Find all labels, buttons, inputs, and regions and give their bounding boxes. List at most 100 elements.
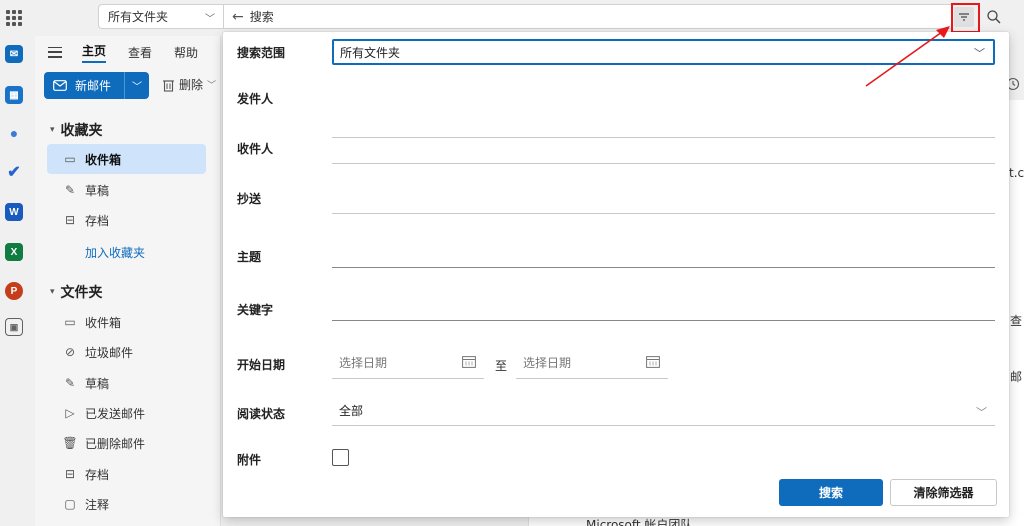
favorites-section-header[interactable]: ▾ 收藏夹 <box>50 120 103 140</box>
start-date-picker[interactable]: 选择日期 <box>332 347 484 379</box>
collapse-caret-icon: ▾ <box>50 287 55 297</box>
folder-notes[interactable]: ▢ 注释 <box>47 489 206 519</box>
new-mail-dropdown-chevron-icon[interactable]: ﹀ <box>125 78 149 93</box>
tab-help[interactable]: 帮助 <box>174 44 198 61</box>
folder-archive[interactable]: ⊟ 存档 <box>47 459 206 489</box>
from-label: 发件人 <box>237 92 274 106</box>
delete-label: 删除 <box>179 78 204 92</box>
folder-label: 已删除邮件 <box>85 436 146 451</box>
attachment-checkbox[interactable] <box>332 449 349 466</box>
chevron-down-icon: ﹀ <box>207 81 217 91</box>
cc-input[interactable] <box>332 190 995 214</box>
back-arrow-icon[interactable]: ← <box>232 9 244 25</box>
search-scope-value: 所有文件夹 <box>108 10 169 24</box>
people-app-icon[interactable]: ● <box>5 124 23 142</box>
scope-select[interactable]: 所有文件夹 ﹀ <box>332 39 995 65</box>
inbox-icon: ▭ <box>64 315 76 329</box>
background-text: 邮 <box>1010 370 1023 384</box>
delete-button[interactable]: 删除 ﹀ <box>162 76 216 93</box>
app-launcher-icon[interactable] <box>6 10 22 26</box>
chevron-down-icon: ﹀ <box>205 14 215 25</box>
mail-icon <box>53 80 67 91</box>
folder-label: 垃圾邮件 <box>85 345 134 360</box>
read-status-value: 全部 <box>339 404 364 418</box>
clear-filters-button[interactable]: 清除筛选器 <box>890 479 997 506</box>
archive-icon: ⊟ <box>64 213 76 227</box>
advanced-search-panel: 搜索范围 所有文件夹 ﹀ 发件人 收件人 抄送 主题 关键字 开始日期 选择日期… <box>223 32 1009 517</box>
filter-icon <box>959 13 969 21</box>
favorites-title: 收藏夹 <box>60 123 103 139</box>
search-icon[interactable] <box>985 8 1003 26</box>
folder-label: 已发送邮件 <box>85 406 146 421</box>
note-icon: ▢ <box>64 497 76 511</box>
folder-label: 收件箱 <box>85 152 122 167</box>
keyword-input[interactable] <box>332 297 995 321</box>
background-text: 查 <box>1010 314 1023 328</box>
add-to-favorites-link[interactable]: 加入收藏夹 <box>85 244 145 261</box>
favorite-drafts[interactable]: ✎ 草稿 <box>47 175 206 205</box>
new-mail-label: 新邮件 <box>75 79 112 93</box>
folders-section-header[interactable]: ▾ 文件夹 <box>50 282 103 302</box>
to-label: 收件人 <box>237 142 274 156</box>
read-status-select[interactable]: 全部 ﹀ <box>332 396 995 426</box>
tab-view[interactable]: 查看 <box>128 44 152 61</box>
cc-label: 抄送 <box>237 192 262 206</box>
mail-app-icon[interactable]: ✉ <box>5 45 23 63</box>
folder-deleted[interactable]: 🗑 已删除邮件 <box>47 428 206 458</box>
search-button[interactable]: 搜索 <box>779 479 883 506</box>
folder-drafts[interactable]: ✎ 草稿 <box>47 368 206 398</box>
hamburger-menu-icon[interactable] <box>48 46 62 58</box>
pencil-icon: ✎ <box>64 376 76 390</box>
send-icon: ▷ <box>65 406 75 420</box>
subject-input[interactable] <box>332 244 995 268</box>
collapse-caret-icon: ▾ <box>50 125 55 135</box>
scope-select-value: 所有文件夹 <box>340 45 401 60</box>
folder-label: 存档 <box>85 467 110 482</box>
start-date-placeholder: 选择日期 <box>339 356 388 370</box>
filter-button[interactable] <box>954 7 974 27</box>
excel-app-icon[interactable]: X <box>5 243 23 261</box>
folder-label: 注释 <box>85 497 110 512</box>
calendar-app-icon[interactable]: ▦ <box>5 86 23 104</box>
calendar-icon[interactable] <box>462 355 476 368</box>
from-input[interactable] <box>332 114 995 138</box>
chevron-down-icon: ﹀ <box>974 47 985 60</box>
folder-sent[interactable]: ▷ 已发送邮件 <box>47 398 206 428</box>
inbox-icon: ▭ <box>64 152 76 166</box>
pencil-icon: ✎ <box>64 183 76 197</box>
background-sender: Microsoft 帐户团队 <box>586 518 693 526</box>
background-text: t.co <box>1009 166 1024 180</box>
powerpoint-app-icon[interactable]: P <box>5 282 23 300</box>
search-placeholder: 搜索 <box>249 10 274 24</box>
app-rail: ✉ ▦ ● ✔ W X P ▣ <box>0 0 28 526</box>
end-date-picker[interactable]: 选择日期 <box>516 347 668 379</box>
word-app-icon[interactable]: W <box>5 203 23 221</box>
ribbon-tabs: 主页 查看 帮助 <box>48 42 220 63</box>
favorite-inbox[interactable]: ▭ 收件箱 <box>47 144 206 174</box>
date-range-separator: 至 <box>495 359 508 373</box>
archive-icon: ⊟ <box>64 467 76 481</box>
folder-junk[interactable]: ⊘ 垃圾邮件 <box>47 337 206 367</box>
folder-inbox[interactable]: ▭ 收件箱 <box>47 307 206 337</box>
search-input[interactable]: ← 搜索 <box>223 4 953 29</box>
todo-app-icon[interactable]: ✔ <box>5 163 23 181</box>
keyword-label: 关键字 <box>237 303 274 317</box>
search-scope-dropdown[interactable]: 所有文件夹 ﹀ <box>98 4 223 29</box>
folder-label: 草稿 <box>85 183 110 198</box>
calendar-icon[interactable] <box>646 355 660 368</box>
favorite-archive[interactable]: ⊟ 存档 <box>47 205 206 235</box>
new-mail-button[interactable]: 新邮件 ﹀ <box>44 72 149 99</box>
to-input[interactable] <box>332 140 995 164</box>
start-date-label: 开始日期 <box>237 358 286 372</box>
scope-label: 搜索范围 <box>237 46 286 60</box>
trash-icon: 🗑 <box>62 436 78 450</box>
more-apps-icon[interactable]: ▣ <box>5 318 23 336</box>
folder-label: 存档 <box>85 213 110 228</box>
folder-label: 草稿 <box>85 376 110 391</box>
chevron-down-icon: ﹀ <box>976 406 987 419</box>
folders-title: 文件夹 <box>60 285 103 301</box>
subject-label: 主题 <box>237 250 262 264</box>
trash-icon <box>163 79 174 92</box>
end-date-placeholder: 选择日期 <box>523 356 572 370</box>
tab-home[interactable]: 主页 <box>82 42 107 63</box>
